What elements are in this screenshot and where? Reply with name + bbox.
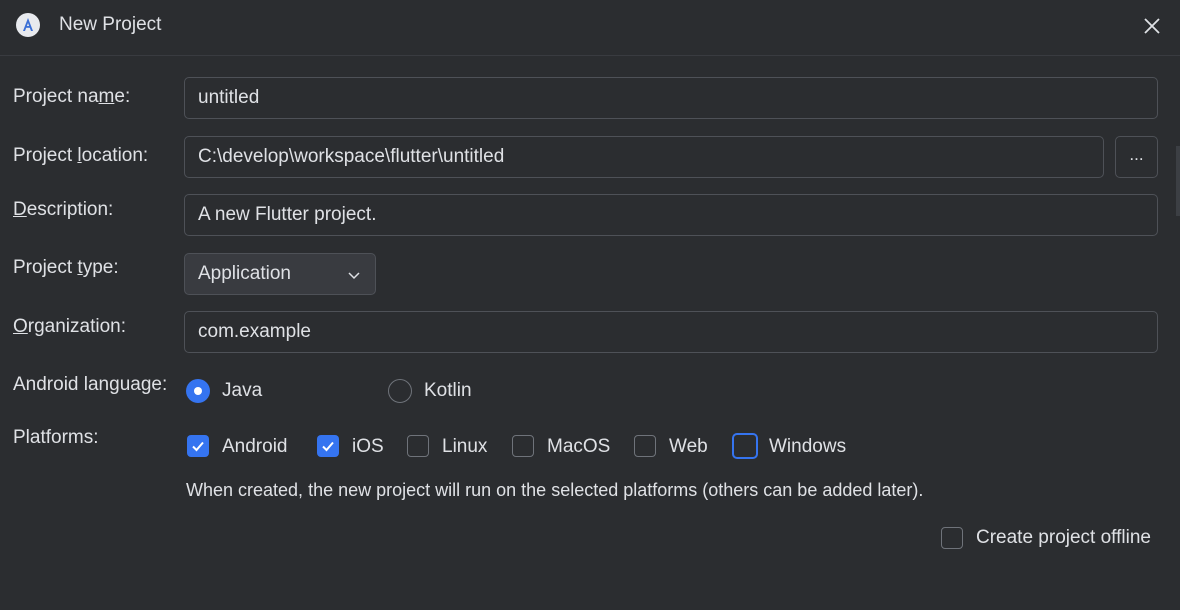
project-type-select[interactable]: Application bbox=[184, 253, 376, 295]
ios-platform-label: iOS bbox=[352, 436, 384, 457]
kotlin-label: Kotlin bbox=[424, 380, 472, 401]
project-name-label: Project name: bbox=[13, 86, 131, 107]
web-platform-label: Web bbox=[669, 436, 708, 457]
close-button[interactable] bbox=[1138, 12, 1166, 40]
organization-label: Organization: bbox=[13, 316, 127, 337]
checkmark-icon bbox=[192, 441, 204, 452]
create-offline-checkbox[interactable] bbox=[941, 527, 963, 549]
description-label: Description: bbox=[13, 199, 114, 220]
project-location-label: Project location: bbox=[13, 145, 149, 166]
project-location-value: C:\develop\workspace\flutter\untitled bbox=[198, 146, 505, 167]
project-type-value: Application bbox=[198, 263, 291, 284]
java-label: Java bbox=[222, 380, 263, 401]
ios-checkbox[interactable] bbox=[317, 435, 339, 457]
chevron-down-icon bbox=[348, 272, 360, 280]
project-location-input[interactable]: C:\develop\workspace\flutter\untitled bbox=[184, 136, 1104, 178]
project-name-value: untitled bbox=[198, 87, 260, 108]
description-value: A new Flutter project. bbox=[198, 204, 377, 225]
android-studio-icon bbox=[16, 13, 40, 37]
macos-platform-label: MacOS bbox=[547, 436, 611, 457]
java-radio[interactable] bbox=[186, 379, 210, 403]
kotlin-radio[interactable] bbox=[388, 379, 412, 403]
create-offline-label: Create project offline bbox=[976, 527, 1151, 548]
windows-platform-label: Windows bbox=[769, 436, 847, 457]
title-bar: New Project bbox=[0, 0, 1180, 56]
android-checkbox[interactable] bbox=[187, 435, 209, 457]
organization-value: com.example bbox=[198, 321, 311, 342]
linux-checkbox[interactable] bbox=[407, 435, 429, 457]
linux-platform-label: Linux bbox=[442, 436, 488, 457]
platforms-label: Platforms: bbox=[13, 427, 99, 448]
project-name-input[interactable]: untitled bbox=[184, 77, 1158, 119]
macos-checkbox[interactable] bbox=[512, 435, 534, 457]
organization-input[interactable]: com.example bbox=[184, 311, 1158, 353]
checkmark-icon bbox=[322, 441, 334, 452]
window-title: New Project bbox=[59, 14, 162, 35]
android-platform-label: Android bbox=[222, 436, 288, 457]
description-input[interactable]: A new Flutter project. bbox=[184, 194, 1158, 236]
browse-location-button[interactable]: ... bbox=[1115, 136, 1158, 178]
web-checkbox[interactable] bbox=[634, 435, 656, 457]
windows-checkbox[interactable] bbox=[732, 433, 758, 459]
close-icon bbox=[1144, 18, 1160, 34]
project-type-label: Project type: bbox=[13, 257, 119, 278]
edge-strip bbox=[1176, 146, 1180, 216]
platforms-hint: When created, the new project will run o… bbox=[186, 480, 924, 500]
android-language-label: Android language: bbox=[13, 374, 168, 395]
